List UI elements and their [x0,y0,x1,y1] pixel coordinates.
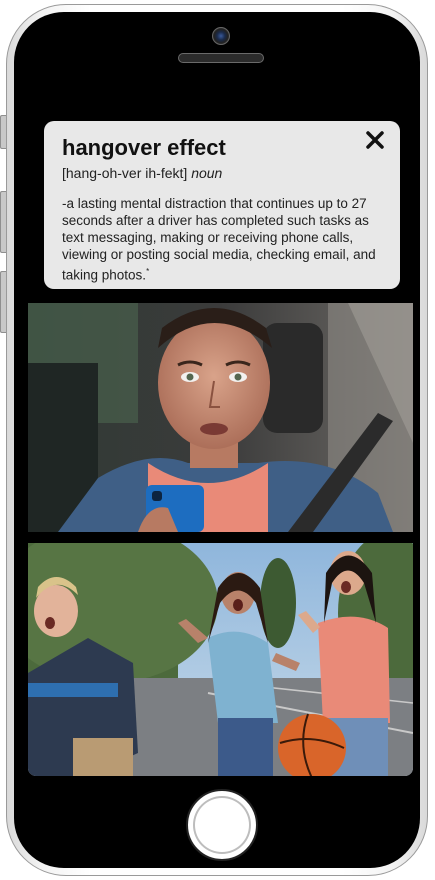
earpiece-speaker [178,53,264,63]
definition-pronunciation-line: [hang-oh-ver ih-fekt] noun [62,164,382,182]
close-icon[interactable] [364,129,386,151]
mute-switch [0,115,6,149]
definition-text: -a lasting mental distraction that conti… [62,196,376,283]
video-teens[interactable] [28,543,413,776]
driver-illustration [28,303,413,532]
video-driver[interactable] [28,303,413,532]
definition-term: hangover effect [62,135,226,160]
front-camera-icon [212,27,230,45]
definition-part-of-speech: noun [191,165,223,181]
volume-up-button [0,191,6,253]
definition-pronunciation: [hang-oh-ver ih-fekt] [62,165,188,181]
teens-illustration [28,543,413,776]
definition-text-block: -a lasting mental distraction that conti… [62,195,382,284]
home-button[interactable] [186,789,258,861]
definition-card: hangover effect [hang-oh-ver ih-fekt] no… [44,121,400,289]
volume-down-button [0,271,6,333]
definition-footnote-mark: * [146,267,150,276]
